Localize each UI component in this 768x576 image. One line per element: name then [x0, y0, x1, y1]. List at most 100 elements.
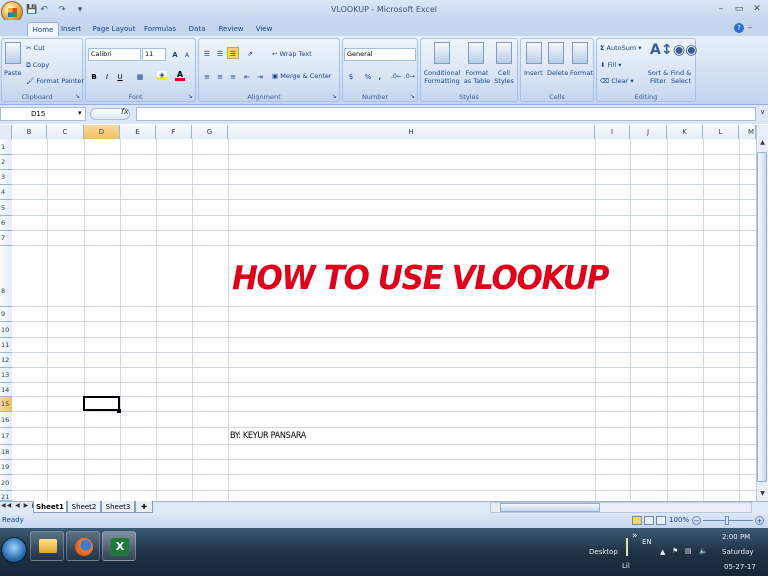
bold-button[interactable]: B: [88, 70, 100, 82]
italic-button[interactable]: I: [101, 70, 113, 82]
active-cell[interactable]: [83, 396, 120, 411]
row-header-10[interactable]: 10: [0, 322, 12, 338]
restore-button[interactable]: ▭: [732, 3, 746, 15]
fill-button[interactable]: ⬇ Fill ▾: [600, 61, 622, 69]
col-header-e[interactable]: E: [120, 125, 156, 139]
row-header-8[interactable]: 8: [0, 246, 12, 307]
row-header-20[interactable]: 20: [0, 475, 12, 491]
name-box[interactable]: D15: [0, 107, 86, 121]
clock-day[interactable]: Saturday: [722, 548, 754, 556]
font-launcher-icon[interactable]: ↘: [188, 93, 193, 100]
zoom-slider-thumb[interactable]: [725, 516, 729, 525]
row-header-4[interactable]: 4: [0, 185, 12, 200]
fill-handle[interactable]: [117, 409, 121, 413]
tab-insert[interactable]: Insert: [60, 22, 82, 36]
scroll-up-icon[interactable]: ▲: [758, 139, 767, 148]
number-launcher-icon[interactable]: ↘: [410, 93, 415, 100]
insert-function-button[interactable]: fx: [121, 107, 129, 116]
insert-cells-button[interactable]: Insert: [524, 69, 543, 77]
percent-button[interactable]: %: [362, 70, 374, 82]
align-bottom-icon[interactable]: ☰: [227, 47, 239, 59]
row-header-19[interactable]: 19: [0, 460, 12, 475]
cell-h8-heading[interactable]: HOW TO USE VLOOKUP: [232, 258, 609, 297]
horizontal-scroll-thumb[interactable]: [500, 503, 600, 512]
page-break-view-icon[interactable]: [656, 516, 666, 525]
shrink-font-button[interactable]: A: [181, 49, 193, 61]
cut-button[interactable]: ✂ Cut: [26, 44, 45, 52]
autosum-button[interactable]: Σ AutoSum ▾: [600, 44, 642, 52]
font-size-select[interactable]: 11: [142, 48, 166, 61]
expand-formula-bar-icon[interactable]: ∨: [760, 108, 765, 116]
align-top-icon[interactable]: ☰: [201, 47, 213, 59]
row-header-13[interactable]: 13: [0, 368, 12, 383]
worksheet-grid[interactable]: [12, 139, 764, 501]
wrap-text-button[interactable]: ↩ Wrap Text: [272, 50, 312, 58]
number-format-select[interactable]: General: [344, 48, 416, 61]
page-layout-view-icon[interactable]: [644, 516, 654, 525]
decrease-indent-icon[interactable]: ⇤: [241, 70, 253, 82]
close-button[interactable]: ✕: [750, 3, 764, 15]
col-header-c[interactable]: C: [47, 125, 84, 139]
taskbar-firefox[interactable]: [66, 531, 100, 561]
sheet-tab-sheet2[interactable]: Sheet2: [67, 501, 101, 513]
increase-decimal-icon[interactable]: .0←: [390, 70, 402, 82]
zoom-level[interactable]: 100%: [669, 516, 689, 524]
col-header-l[interactable]: L: [703, 125, 739, 139]
row-header-3[interactable]: 3: [0, 170, 12, 185]
network-icon[interactable]: ▤: [685, 547, 692, 555]
formula-input[interactable]: [136, 107, 756, 121]
taskbar-excel[interactable]: X: [102, 531, 136, 561]
merge-center-button[interactable]: ▣ Merge & Center: [272, 72, 332, 80]
help-icon[interactable]: ?: [734, 23, 744, 33]
zoom-in-icon[interactable]: +: [755, 516, 764, 525]
tab-review[interactable]: Review: [218, 22, 244, 36]
sheet-tab-sheet1[interactable]: Sheet1: [33, 501, 67, 513]
row-header-15[interactable]: 15: [0, 397, 12, 412]
tab-formulas[interactable]: Formulas: [144, 22, 176, 36]
scroll-down-icon[interactable]: ▼: [758, 490, 767, 499]
sheet-tab-sheet3[interactable]: Sheet3: [101, 501, 135, 513]
format-painter-button[interactable]: 🖌 Format Painter: [26, 77, 84, 85]
underline-button[interactable]: U: [114, 70, 126, 82]
grow-font-button[interactable]: A: [169, 48, 181, 60]
row-header-6[interactable]: 6: [0, 216, 12, 231]
language-indicator[interactable]: EN: [642, 538, 652, 546]
insert-sheet-icon[interactable]: ✚: [135, 501, 153, 513]
orientation-icon[interactable]: ⇗: [244, 47, 256, 59]
cell-styles-button[interactable]: Cell Styles: [492, 69, 516, 85]
tab-page-layout[interactable]: Page Layout: [92, 22, 136, 36]
row-header-11[interactable]: 11: [0, 338, 12, 353]
paste-icon[interactable]: [5, 42, 21, 64]
row-header-9[interactable]: 9: [0, 307, 12, 322]
borders-icon[interactable]: ▦: [134, 70, 146, 82]
col-header-k[interactable]: K: [667, 125, 703, 139]
align-center-icon[interactable]: ≡: [214, 70, 226, 82]
clock-date[interactable]: 05-27-17: [724, 563, 756, 571]
row-header-14[interactable]: 14: [0, 383, 12, 397]
align-middle-icon[interactable]: ☰: [214, 47, 226, 59]
name-box-dropdown-icon[interactable]: ▾: [78, 109, 82, 117]
tab-view[interactable]: View: [254, 22, 274, 36]
col-header-d[interactable]: D: [84, 125, 120, 139]
cell-h17-author[interactable]: BY: KEYUR PANSARA: [230, 431, 306, 441]
col-header-m[interactable]: M: [739, 125, 756, 139]
desktop-toolbar[interactable]: Desktop: [589, 548, 618, 556]
normal-view-icon[interactable]: [632, 516, 642, 525]
row-header-2[interactable]: 2: [0, 155, 12, 170]
col-header-g[interactable]: G: [192, 125, 228, 139]
clear-button[interactable]: ⌫ Clear ▾: [600, 77, 634, 85]
fill-color-icon[interactable]: ◈: [157, 71, 167, 80]
vertical-scroll-thumb[interactable]: [757, 152, 767, 482]
copy-button[interactable]: ⧉ Copy: [26, 61, 49, 70]
row-header-17[interactable]: 17: [0, 428, 12, 445]
clock-time[interactable]: 2:00 PM: [722, 533, 750, 541]
volume-icon[interactable]: 🔈: [699, 547, 708, 555]
row-header-12[interactable]: 12: [0, 353, 12, 368]
start-button[interactable]: [1, 537, 27, 563]
col-header-b[interactable]: B: [12, 125, 47, 139]
col-header-i[interactable]: I: [595, 125, 630, 139]
row-header-5[interactable]: 5: [0, 200, 12, 216]
show-hidden-icons[interactable]: ▲: [660, 548, 665, 556]
align-right-icon[interactable]: ≡: [227, 70, 239, 82]
row-header-18[interactable]: 18: [0, 445, 12, 460]
